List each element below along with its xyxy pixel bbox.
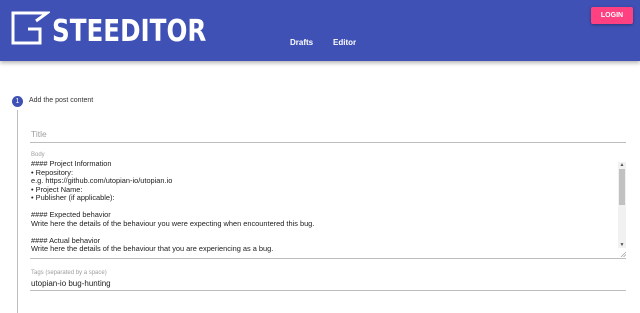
scroll-up-arrow-icon[interactable]: ▲ [619,162,625,168]
title-input[interactable]: Title [31,129,47,139]
body-scrollbar[interactable]: ▲ ▼ [618,162,626,248]
tags-input-underline [30,290,626,291]
nav-drafts-link[interactable]: Drafts [290,38,313,47]
body-text-line: e.g. https://github.com/utopian-io/utopi… [31,176,173,185]
body-text-line: #### Project Information [31,160,112,168]
body-text-line: • Publisher (if applicable): [31,193,115,202]
body-field-label: Body [31,152,45,158]
steeditor-logo[interactable]: STEEDITOR [10,9,206,49]
tags-field-label: Tags (separated by a space) [31,270,107,276]
logo-text: STEEDITOR [52,14,207,49]
body-input-underline [30,258,626,259]
step-connector-line [17,110,18,313]
login-button[interactable]: LOGIN [591,7,633,24]
body-textarea[interactable]: #### Project Information • Repository: e.g… [30,160,626,258]
body-text-line: Write here the details of the behaviour … [31,244,274,253]
app-header: STEEDITOR Drafts Editor LOGIN [0,0,640,61]
scrollbar-thumb[interactable] [619,169,625,205]
body-text-line: Write here the details of the behaviour … [31,218,315,228]
nav-editor-link[interactable]: Editor [333,38,356,47]
title-input-underline [30,142,626,143]
body-text-line: • Project Name: [31,184,83,194]
step-number-badge: 1 [12,96,23,107]
tags-input[interactable]: utopian-io bug-hunting [31,279,111,288]
body-text-content: #### Project Information • Repository: e.g… [31,160,616,254]
logo-mark-icon [11,11,50,45]
body-text-line [31,203,616,212]
step-label: Add the post content [29,97,94,104]
resize-handle-icon[interactable] [620,251,626,257]
body-text-line [31,228,616,237]
scroll-down-arrow-icon[interactable]: ▼ [619,242,625,248]
